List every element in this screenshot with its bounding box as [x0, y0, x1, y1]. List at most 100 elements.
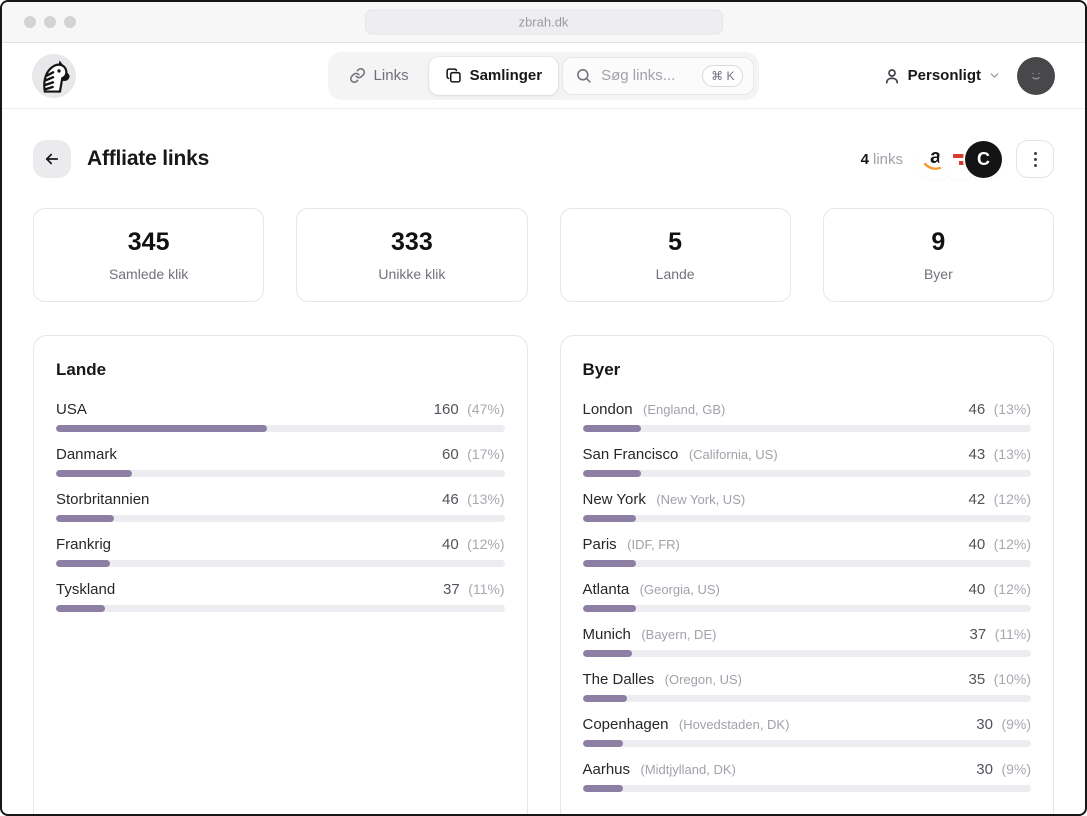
metric-value: 60	[442, 446, 459, 463]
metric-row: The Dalles (Oregon, US) 35 (10%)	[583, 670, 1032, 702]
metric-row: London (England, GB) 46 (13%)	[583, 400, 1032, 432]
countries-panel-title: Lande	[56, 360, 505, 380]
metric-percentage: (11%)	[468, 581, 504, 597]
metric-name: The Dalles	[583, 671, 655, 688]
metric-name: Frankrig	[56, 536, 111, 553]
account-menu-button[interactable]: Personligt	[883, 67, 1001, 85]
dark-favicon: C	[965, 141, 1002, 178]
metric-row: Munich (Bayern, DE) 37 (11%)	[583, 625, 1032, 657]
app-logo[interactable]	[32, 54, 76, 98]
metric-value: 42	[969, 491, 986, 508]
bar-track	[583, 515, 1032, 522]
bar-track	[56, 605, 505, 612]
window-close-button[interactable]	[24, 16, 36, 28]
bar-fill	[56, 470, 132, 477]
metric-value: 35	[969, 671, 986, 688]
window-controls[interactable]	[24, 16, 76, 28]
page-title: Affliate links	[87, 147, 209, 171]
bar-fill	[583, 560, 637, 567]
window-zoom-button[interactable]	[64, 16, 76, 28]
metric-name: London	[583, 401, 633, 418]
search-input[interactable]	[601, 67, 693, 84]
bar-fill	[583, 785, 623, 792]
stats-grid: 345 Samlede klik 333 Unikke klik 5 Lande…	[2, 178, 1085, 302]
metric-row: USA 160 (47%)	[56, 400, 505, 432]
metric-name: Paris	[583, 536, 617, 553]
address-bar-url: zbrah.dk	[519, 15, 569, 30]
metric-value: 160	[434, 401, 459, 418]
cities-panel-title: Byer	[583, 360, 1032, 380]
person-icon	[883, 67, 901, 85]
countries-panel: Lande USA 160 (47%) Danmark 60 (17%)	[33, 335, 528, 816]
favicon-stack: a C	[917, 141, 1002, 178]
search-icon	[575, 67, 592, 84]
metric-row: Copenhagen (Hovedstaden, DK) 30 (9%)	[583, 715, 1032, 747]
bar-fill	[583, 740, 623, 747]
bar-fill	[56, 425, 267, 432]
metric-region: (Georgia, US)	[640, 582, 720, 597]
metric-value: 40	[969, 581, 986, 598]
chevron-down-icon	[988, 69, 1001, 82]
bar-track	[583, 425, 1032, 432]
metric-value: 30	[976, 716, 993, 733]
stat-label: Byer	[924, 266, 953, 282]
metric-percentage: (13%)	[994, 401, 1031, 417]
metric-row: Atlanta (Georgia, US) 40 (12%)	[583, 580, 1032, 612]
stat-value: 333	[391, 228, 433, 257]
browser-window: zbrah.dk	[0, 0, 1087, 816]
back-button[interactable]	[33, 140, 71, 178]
more-options-button[interactable]	[1016, 140, 1054, 178]
metric-row: Storbritannien 46 (13%)	[56, 490, 505, 522]
metric-percentage: (47%)	[467, 401, 504, 417]
metric-name: Atlanta	[583, 581, 630, 598]
links-count-value: 4	[861, 151, 869, 168]
nav-tab-collections[interactable]: Samlinger	[429, 57, 559, 95]
bar-fill	[583, 650, 632, 657]
stat-value: 345	[128, 228, 170, 257]
window-minimize-button[interactable]	[44, 16, 56, 28]
collections-icon	[445, 67, 462, 84]
bar-fill	[56, 605, 105, 612]
nav-tab-links[interactable]: Links	[333, 57, 425, 95]
metric-name: New York	[583, 491, 646, 508]
metric-percentage: (12%)	[994, 536, 1031, 552]
metric-value: 37	[970, 626, 987, 643]
metric-value: 43	[969, 446, 986, 463]
kebab-icon	[1034, 152, 1037, 155]
stat-card: 333 Unikke klik	[296, 208, 527, 302]
cities-list: London (England, GB) 46 (13%) San Franci…	[583, 400, 1032, 792]
metric-name: Storbritannien	[56, 491, 149, 508]
metric-value: 46	[969, 401, 986, 418]
metric-name: Danmark	[56, 446, 117, 463]
bar-track	[56, 515, 505, 522]
metric-name: Aarhus	[583, 761, 631, 778]
stat-value: 5	[668, 228, 682, 257]
address-bar[interactable]: zbrah.dk	[365, 10, 723, 35]
links-count-label: links	[873, 151, 903, 168]
bar-track	[56, 560, 505, 567]
stat-label: Lande	[656, 266, 695, 282]
bar-track	[56, 425, 505, 432]
stat-value: 9	[931, 228, 945, 257]
metric-region: (IDF, FR)	[627, 537, 680, 552]
metric-name: Munich	[583, 626, 631, 643]
user-avatar[interactable]	[1017, 57, 1055, 95]
search-box[interactable]: ⌘ K	[562, 57, 754, 95]
metric-region: (New York, US)	[656, 492, 745, 507]
bar-track	[583, 605, 1032, 612]
stat-label: Unikke klik	[378, 266, 445, 282]
metric-percentage: (11%)	[995, 626, 1031, 642]
metric-name: USA	[56, 401, 87, 418]
account-menu-label: Personligt	[908, 67, 981, 84]
metric-region: (Oregon, US)	[665, 672, 742, 687]
countries-list: USA 160 (47%) Danmark 60 (17%)	[56, 400, 505, 612]
bar-track	[583, 740, 1032, 747]
app-header: Links Samlinger ⌘ K	[2, 43, 1085, 109]
metric-region: (Midtjylland, DK)	[640, 762, 735, 777]
stat-card: 345 Samlede klik	[33, 208, 264, 302]
panels-grid: Lande USA 160 (47%) Danmark 60 (17%)	[2, 302, 1085, 816]
metric-region: (Hovedstaden, DK)	[679, 717, 790, 732]
metric-name: Tyskland	[56, 581, 115, 598]
metric-row: New York (New York, US) 42 (12%)	[583, 490, 1032, 522]
bar-fill	[583, 695, 628, 702]
